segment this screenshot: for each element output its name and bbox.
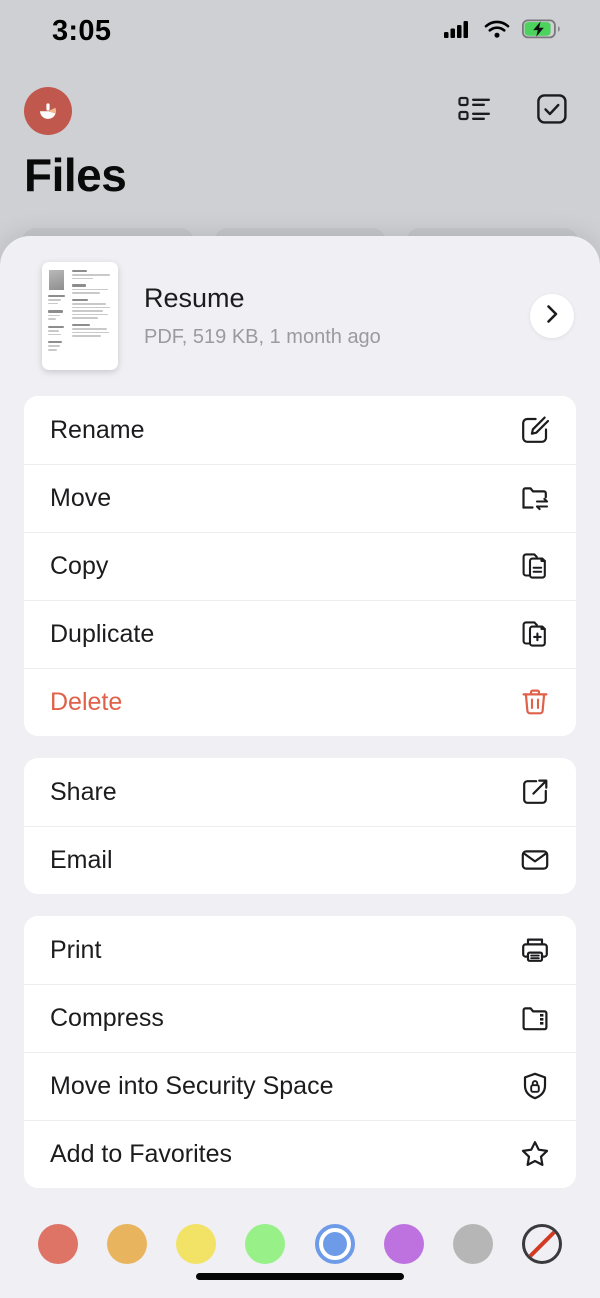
envelope-icon (518, 843, 552, 877)
trash-icon (518, 685, 552, 719)
cellular-signal-icon (444, 19, 472, 44)
action-group-sharing: Share Email (24, 758, 576, 894)
thumbnail-right-column (72, 270, 112, 339)
color-swatch-none-icon[interactable] (522, 1224, 562, 1264)
action-label: Delete (50, 688, 122, 717)
home-indicator (196, 1273, 404, 1280)
action-group-file: Rename Move Copy (24, 396, 576, 736)
action-row-copy[interactable]: Copy (24, 532, 576, 600)
folder-move-icon (518, 481, 552, 515)
action-row-compress[interactable]: Compress (24, 984, 576, 1052)
color-swatch-green[interactable] (245, 1224, 285, 1264)
printer-icon (518, 933, 552, 967)
file-subtitle: PDF, 519 KB, 1 month ago (144, 326, 530, 349)
action-row-email[interactable]: Email (24, 826, 576, 894)
action-label: Move into Security Space (50, 1072, 333, 1101)
action-row-delete[interactable]: Delete (24, 668, 576, 736)
wifi-icon (484, 19, 510, 44)
chevron-right-icon (541, 303, 563, 330)
status-bar-indicators (444, 19, 560, 44)
pencil-square-icon (518, 413, 552, 447)
action-row-add-to-favorites[interactable]: Add to Favorites (24, 1120, 576, 1188)
file-name: Resume (144, 283, 530, 314)
color-swatch-blue-selected[interactable] (315, 1224, 355, 1264)
nav-actions (458, 93, 568, 130)
action-row-move[interactable]: Move (24, 464, 576, 532)
app-logo-icon[interactable] (24, 87, 72, 135)
action-row-share[interactable]: Share (24, 758, 576, 826)
action-label: Add to Favorites (50, 1140, 232, 1169)
file-meta: Resume PDF, 519 KB, 1 month ago (144, 283, 530, 349)
shield-lock-icon (518, 1069, 552, 1103)
copy-documents-icon (518, 549, 552, 583)
document-plus-icon (518, 617, 552, 651)
action-label: Print (50, 936, 101, 965)
action-label: Rename (50, 416, 145, 445)
battery-charging-icon (522, 19, 560, 44)
color-swatch-orange[interactable] (107, 1224, 147, 1264)
status-bar-time: 3:05 (52, 15, 111, 48)
file-info-header[interactable]: Resume PDF, 519 KB, 1 month ago (0, 236, 600, 396)
nav-bar (0, 78, 600, 144)
file-details-button[interactable] (530, 294, 574, 338)
color-swatch-yellow[interactable] (176, 1224, 216, 1264)
status-bar: 3:05 (0, 0, 600, 62)
thumbnail-photo (49, 270, 64, 290)
action-label: Copy (50, 552, 108, 581)
color-swatch-purple[interactable] (384, 1224, 424, 1264)
action-label: Move (50, 484, 111, 513)
star-outline-icon (518, 1137, 552, 1171)
color-swatch-gray[interactable] (453, 1224, 493, 1264)
select-checkbox-icon[interactable] (536, 93, 568, 130)
list-view-icon[interactable] (458, 94, 492, 129)
thumbnail-left-column (48, 295, 67, 353)
action-label: Share (50, 778, 117, 807)
action-row-duplicate[interactable]: Duplicate (24, 600, 576, 668)
action-row-move-into-security-space[interactable]: Move into Security Space (24, 1052, 576, 1120)
share-external-icon (518, 775, 552, 809)
color-swatch-red[interactable] (38, 1224, 78, 1264)
action-row-print[interactable]: Print (24, 916, 576, 984)
action-label: Duplicate (50, 620, 154, 649)
page-title: Files (24, 148, 126, 202)
action-group-more: Print Compress M (24, 916, 576, 1188)
folder-zip-icon (518, 1001, 552, 1035)
color-tag-row (0, 1210, 600, 1264)
file-action-sheet: Resume PDF, 519 KB, 1 month ago Rename M… (0, 236, 600, 1298)
action-label: Email (50, 846, 113, 875)
action-label: Compress (50, 1004, 164, 1033)
pdf-document-thumbnail (42, 262, 118, 370)
action-row-rename[interactable]: Rename (24, 396, 576, 464)
